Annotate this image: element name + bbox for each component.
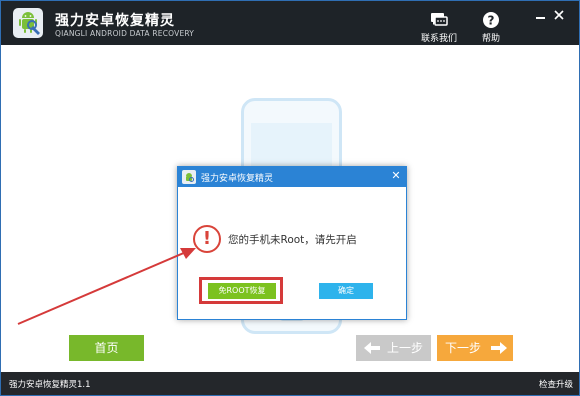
annotation-arrow-icon [17,248,196,325]
